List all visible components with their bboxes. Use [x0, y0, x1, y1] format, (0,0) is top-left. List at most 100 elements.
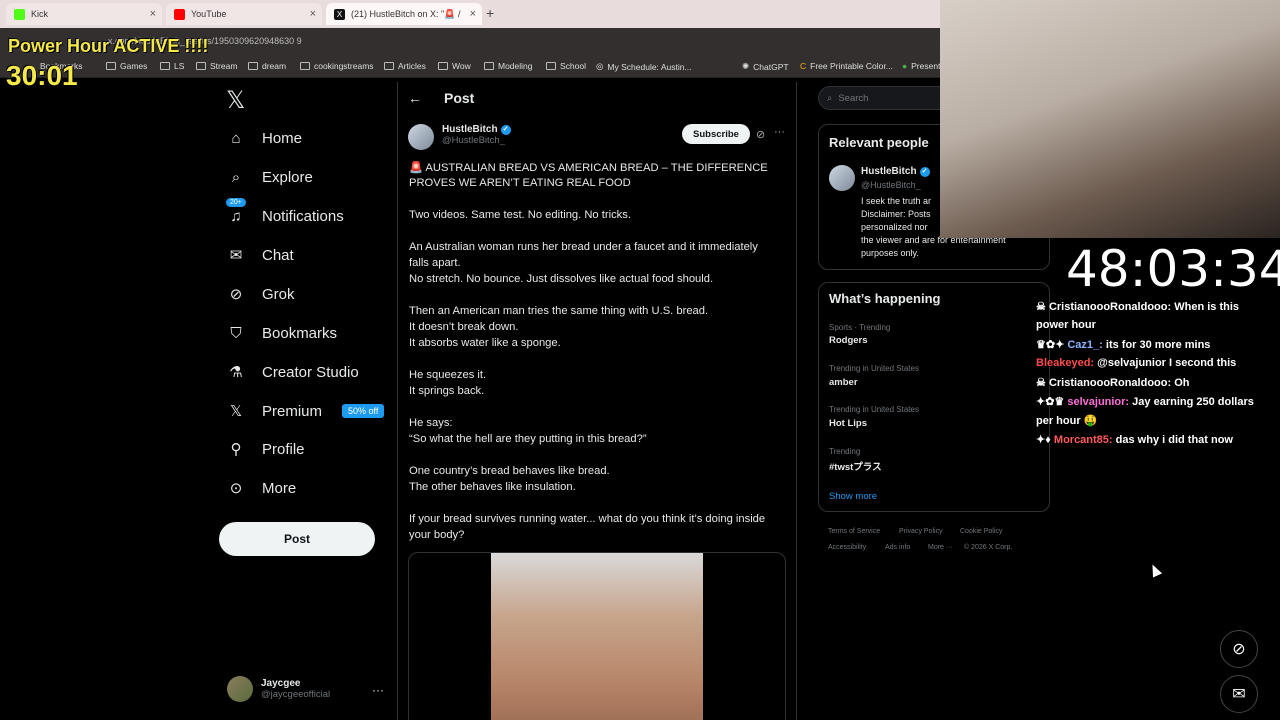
nav-explore[interactable]: ⌕ Explore — [226, 164, 313, 190]
grok-icon: ⊘ — [1232, 641, 1246, 658]
browser-tab-x[interactable]: X (21) HustleBitch on X: "🚨 / × — [326, 3, 482, 25]
messages-float-button[interactable]: ✉ — [1220, 675, 1258, 713]
post-text-line: your body? — [409, 529, 465, 541]
back-arrow-icon[interactable]: ← — [408, 90, 422, 106]
nav-label: Notifications — [262, 207, 344, 225]
more-options-icon[interactable]: ··· — [372, 683, 384, 697]
nav-label: Creator Studio — [262, 363, 359, 381]
search-input[interactable]: ⌕ Search — [818, 86, 958, 110]
bookmark-label: Free Printable Color... — [810, 61, 893, 71]
post-video[interactable] — [408, 552, 786, 720]
nav-profile[interactable]: ⚲ Profile — [226, 436, 305, 462]
stream-timer: 48:03:34 — [1066, 240, 1280, 298]
trend-name[interactable]: Hot Lips — [829, 418, 867, 429]
power-hour-timer: 30:01 — [6, 60, 78, 91]
trend-name[interactable]: amber — [829, 377, 858, 388]
chat-message: power hour — [1036, 319, 1096, 331]
nav-more[interactable]: ⊙ More — [226, 475, 296, 501]
notification-badge: 20+ — [226, 198, 246, 207]
nav-creator-studio[interactable]: ⚗ Creator Studio — [226, 359, 359, 385]
mail-icon: ✉ — [229, 247, 243, 264]
more-options-icon[interactable]: ··· — [774, 126, 785, 138]
globe-icon: ◎ — [596, 61, 604, 71]
footer-link[interactable]: Accessibility — [828, 544, 866, 551]
trend-category: Trending in United States — [829, 364, 919, 373]
bookmark-item[interactable]: ● Present — [902, 61, 940, 71]
footer-link[interactable]: Terms of Service — [828, 528, 880, 535]
avatar — [227, 676, 253, 702]
person-handle: @HustleBitch_ — [861, 180, 921, 190]
tab-label: YouTube — [191, 9, 227, 19]
bookmark-item[interactable]: Wow — [438, 61, 471, 71]
bookmark-item[interactable]: Articles — [384, 61, 426, 71]
nav-notifications[interactable]: ♫ 20+ Notifications — [226, 198, 344, 229]
nav-premium[interactable]: 𝕏 Premium 50% off — [226, 398, 385, 424]
post-author[interactable]: HustleBitch ✓ @HustleBitch_ — [408, 124, 511, 150]
search-icon: ⌕ — [827, 92, 833, 104]
mail-icon: ✉ — [1232, 686, 1246, 703]
nav-chat[interactable]: ✉ Chat — [226, 242, 294, 268]
nav-home[interactable]: ⌂ Home — [226, 125, 302, 151]
chat-message: Bleakeyed: @selvajunior I second this — [1036, 357, 1236, 369]
footer-link[interactable]: More ··· — [928, 544, 953, 551]
footer-link[interactable]: Privacy Policy — [899, 528, 943, 535]
browser-tab-kick[interactable]: Kick × — [6, 3, 162, 25]
x-icon: X — [334, 8, 345, 20]
search-icon: ⌕ — [231, 168, 241, 186]
trend-name[interactable]: Rodgers — [829, 335, 868, 346]
bookmark-item[interactable]: C Free Printable Color... — [800, 61, 893, 71]
author-handle: @HustleBitch_ — [442, 135, 505, 146]
close-icon[interactable]: × — [150, 8, 156, 20]
author-avatar[interactable] — [829, 165, 855, 191]
bookmark-label: School — [560, 61, 586, 71]
relevant-person-name[interactable]: HustleBitch ✓ — [861, 166, 930, 177]
bookmark-item[interactable]: Stream — [196, 61, 237, 71]
badge-icons: ♛✿✦ — [1036, 339, 1065, 351]
badge-icons: ✦✿♛ — [1036, 396, 1065, 408]
bookmark-item[interactable]: dream — [248, 61, 286, 71]
bookmark-item[interactable]: ◎ My Schedule: Austin... — [596, 61, 692, 72]
show-more-link[interactable]: Show more — [829, 491, 877, 502]
grok-float-button[interactable]: ⊘ — [1220, 630, 1258, 668]
bookmark-item[interactable]: School — [546, 61, 586, 71]
new-tab-button[interactable]: + — [486, 5, 494, 21]
leaf-icon: ● — [902, 61, 908, 71]
trend-category: Sports · Trending — [829, 323, 891, 332]
post-text-line: He says: — [409, 417, 453, 429]
close-icon[interactable]: × — [470, 8, 476, 20]
subscribe-button[interactable]: Subscribe — [682, 124, 750, 144]
nav-label: Bookmarks — [262, 324, 338, 342]
close-icon[interactable]: × — [310, 8, 316, 20]
search-placeholder: Search — [838, 92, 869, 104]
grok-icon[interactable]: ⊘ — [756, 128, 765, 141]
bookmark-item[interactable]: ✺ ChatGPT — [742, 61, 789, 72]
trend-name[interactable]: #twstプラス — [829, 459, 882, 473]
bookmark-label: Games — [120, 61, 148, 71]
webcam-overlay — [940, 0, 1280, 238]
browser-tab-youtube[interactable]: YouTube × — [166, 3, 322, 25]
footer-link[interactable]: Cookie Policy — [960, 528, 1002, 535]
kick-icon — [14, 8, 25, 20]
footer-link[interactable]: Ads info — [885, 544, 910, 551]
folder-icon — [484, 62, 494, 70]
chat-message: per hour 🤑 — [1036, 414, 1097, 427]
account-handle: @jaycgeeofficial — [261, 689, 331, 700]
bookmark-item[interactable]: Games — [106, 61, 147, 71]
account-switcher[interactable]: Jaycgee @jaycgeeofficial — [227, 676, 330, 702]
column-divider — [397, 82, 398, 720]
post-button[interactable]: Post — [219, 522, 375, 556]
chat-text: @selvajunior I second this — [1097, 357, 1237, 369]
trend-category: Trending in United States — [829, 405, 919, 414]
nav-grok[interactable]: ⊘ Grok — [226, 281, 295, 307]
video-frame — [491, 553, 703, 720]
c-icon: C — [800, 61, 807, 71]
folder-icon — [300, 62, 310, 70]
nav-bookmarks[interactable]: ⛉ Bookmarks — [226, 320, 337, 346]
folder-icon — [160, 62, 170, 70]
mouse-cursor — [1147, 562, 1163, 578]
x-logo-icon[interactable]: 𝕏 — [226, 86, 245, 115]
bookmark-item[interactable]: LS — [160, 61, 184, 71]
bookmark-label: LS — [174, 61, 185, 71]
bookmark-item[interactable]: Modeling — [484, 61, 533, 71]
bookmark-item[interactable]: cookingstreams — [300, 61, 374, 71]
